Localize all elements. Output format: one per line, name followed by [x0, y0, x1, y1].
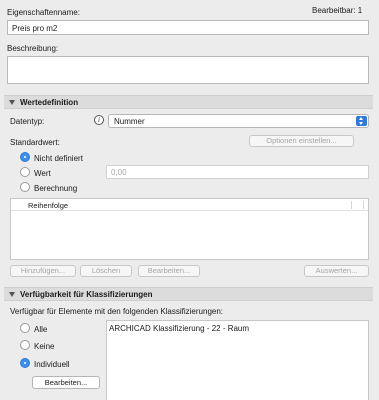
- edit-button[interactable]: Bearbeiten...: [138, 265, 200, 277]
- order-list[interactable]: Reihenfolge: [10, 198, 369, 260]
- radio-value-label: Wert: [34, 169, 51, 178]
- delete-button[interactable]: Löschen: [80, 265, 132, 277]
- property-name-input[interactable]: Preis pro m2: [7, 20, 369, 35]
- column-divider: [363, 201, 364, 209]
- info-icon[interactable]: i: [94, 115, 104, 125]
- radio-none[interactable]: [20, 340, 30, 350]
- editable-count: Bearbeitbar: 1: [312, 6, 363, 15]
- description-input[interactable]: [7, 56, 369, 84]
- radio-all-label: Alle: [34, 325, 48, 334]
- order-column-header: Reihenfolge: [28, 201, 69, 210]
- availability-description: Verfügbar für Elemente mit den folgenden…: [10, 307, 224, 316]
- radio-all[interactable]: [20, 323, 30, 333]
- radio-individual-label: Individuell: [34, 360, 70, 369]
- radio-not-defined-label: Nicht definiert: [34, 154, 83, 163]
- classification-list[interactable]: ARCHICAD Klassifizierung - 22 - Raum: [106, 320, 369, 400]
- radio-calculation[interactable]: [20, 182, 30, 192]
- radio-not-defined[interactable]: [20, 152, 30, 162]
- column-divider: [351, 201, 352, 209]
- radio-individual[interactable]: [20, 358, 30, 368]
- value-input[interactable]: 0,00: [106, 165, 369, 179]
- add-button[interactable]: Hinzufügen...: [10, 265, 76, 277]
- datatype-label: Datentyp:: [10, 117, 45, 126]
- chevron-updown-icon: [356, 116, 367, 126]
- disclosure-triangle-icon[interactable]: [9, 100, 15, 105]
- radio-calculation-label: Berechnung: [34, 184, 78, 193]
- default-value-label: Standardwert:: [10, 138, 60, 147]
- evaluate-button[interactable]: Auswerten...: [304, 265, 369, 277]
- radio-value[interactable]: [20, 167, 30, 177]
- datatype-value: Nummer: [114, 117, 145, 126]
- value-definition-title: Wertedefinition: [20, 98, 79, 107]
- datatype-select[interactable]: Nummer: [108, 114, 369, 128]
- classification-edit-button[interactable]: Bearbeiten...: [32, 376, 100, 389]
- list-item[interactable]: ARCHICAD Klassifizierung - 22 - Raum: [109, 324, 249, 333]
- disclosure-triangle-icon[interactable]: [9, 292, 15, 297]
- options-button[interactable]: Optionen einstellen...: [249, 135, 354, 147]
- description-label: Beschreibung:: [7, 44, 59, 53]
- order-list-header: Reihenfolge: [11, 199, 368, 211]
- radio-none-label: Keine: [34, 342, 55, 351]
- availability-title: Verfügbarkeit für Klassifizierungen: [20, 290, 153, 299]
- value-definition-header[interactable]: Wertedefinition: [4, 95, 373, 109]
- availability-header[interactable]: Verfügbarkeit für Klassifizierungen: [4, 287, 373, 301]
- property-name-label: Eigenschaftenname:: [7, 8, 80, 17]
